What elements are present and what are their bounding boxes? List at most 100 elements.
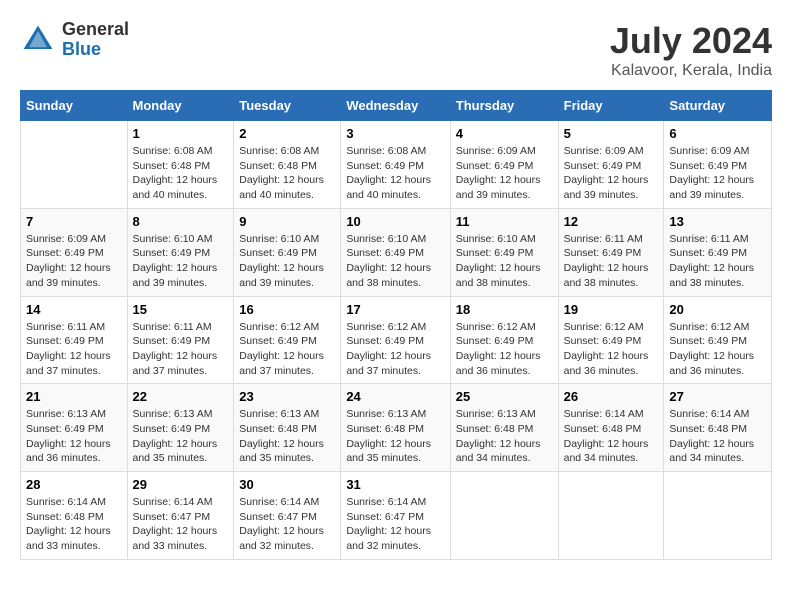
day-info: Sunrise: 6:14 AMSunset: 6:48 PMDaylight:… [669,407,766,466]
calendar-cell [558,472,664,560]
day-info: Sunrise: 6:08 AMSunset: 6:48 PMDaylight:… [239,144,335,203]
day-info: Sunrise: 6:10 AMSunset: 6:49 PMDaylight:… [456,232,553,291]
subtitle: Kalavoor, Kerala, India [610,62,772,80]
calendar-cell: 7 Sunrise: 6:09 AMSunset: 6:49 PMDaylight… [21,208,128,296]
day-number: 16 [239,302,335,317]
day-info: Sunrise: 6:10 AMSunset: 6:49 PMDaylight:… [239,232,335,291]
day-info: Sunrise: 6:12 AMSunset: 6:49 PMDaylight:… [239,320,335,379]
logo-general-text: General [62,20,129,40]
calendar-cell: 31Sunrise: 6:14 AMSunset: 6:47 PMDayligh… [341,472,450,560]
day-info: Sunrise: 6:11 AMSunset: 6:49 PMDaylight:… [133,320,229,379]
calendar-cell: 5 Sunrise: 6:09 AMSunset: 6:49 PMDaylight… [558,121,664,209]
calendar-cell: 25Sunrise: 6:13 AMSunset: 6:48 PMDayligh… [450,384,558,472]
day-info: Sunrise: 6:09 AMSunset: 6:49 PMDaylight:… [564,144,659,203]
day-info: Sunrise: 6:12 AMSunset: 6:49 PMDaylight:… [346,320,444,379]
day-number: 20 [669,302,766,317]
day-info: Sunrise: 6:14 AMSunset: 6:48 PMDaylight:… [564,407,659,466]
calendar-cell: 23 Sunrise: 6:13 AMSunset: 6:48 PMDayligh… [234,384,341,472]
calendar-table: Sunday Monday Tuesday Wednesday Thursday… [20,90,772,560]
day-info: Sunrise: 6:13 AMSunset: 6:49 PMDaylight:… [133,407,229,466]
header-thursday: Thursday [450,91,558,121]
day-number: 18 [456,302,553,317]
logo-icon [20,22,56,58]
calendar-cell: 2 Sunrise: 6:08 AMSunset: 6:48 PMDaylight… [234,121,341,209]
day-info: Sunrise: 6:14 AMSunset: 6:47 PMDaylight:… [346,495,444,554]
day-number: 22 [133,389,229,404]
week-row-3: 14 Sunrise: 6:11 AMSunset: 6:49 PMDayligh… [21,296,772,384]
day-number: 14 [26,302,122,317]
week-row-5: 28 Sunrise: 6:14 AMSunset: 6:48 PMDayligh… [21,472,772,560]
main-title: July 2024 [610,20,772,62]
calendar-cell: 6Sunrise: 6:09 AMSunset: 6:49 PMDaylight… [664,121,772,209]
logo: General Blue [20,20,129,60]
day-info: Sunrise: 6:08 AMSunset: 6:49 PMDaylight:… [346,144,444,203]
day-number: 17 [346,302,444,317]
header-wednesday: Wednesday [341,91,450,121]
day-number: 1 [133,126,229,141]
day-number: 8 [133,214,229,229]
day-number: 9 [239,214,335,229]
day-number: 10 [346,214,444,229]
day-number: 19 [564,302,659,317]
day-info: Sunrise: 6:13 AMSunset: 6:49 PMDaylight:… [26,407,122,466]
day-number: 6 [669,126,766,141]
calendar-cell: 3 Sunrise: 6:08 AMSunset: 6:49 PMDaylight… [341,121,450,209]
calendar-cell: 18Sunrise: 6:12 AMSunset: 6:49 PMDayligh… [450,296,558,384]
calendar-cell: 16 Sunrise: 6:12 AMSunset: 6:49 PMDayligh… [234,296,341,384]
day-number: 12 [564,214,659,229]
header: General Blue July 2024 Kalavoor, Kerala,… [20,20,772,80]
header-row: Sunday Monday Tuesday Wednesday Thursday… [21,91,772,121]
day-number: 3 [346,126,444,141]
calendar-cell: 13 Sunrise: 6:11 AMSunset: 6:49 PMDayligh… [664,208,772,296]
day-info: Sunrise: 6:08 AMSunset: 6:48 PMDaylight:… [133,144,229,203]
day-info: Sunrise: 6:12 AMSunset: 6:49 PMDaylight:… [669,320,766,379]
week-row-2: 7 Sunrise: 6:09 AMSunset: 6:49 PMDaylight… [21,208,772,296]
calendar-cell: 27 Sunrise: 6:14 AMSunset: 6:48 PMDayligh… [664,384,772,472]
calendar-cell: 30Sunrise: 6:14 AMSunset: 6:47 PMDayligh… [234,472,341,560]
day-number: 28 [26,477,122,492]
logo-blue-text: Blue [62,40,129,60]
day-info: Sunrise: 6:13 AMSunset: 6:48 PMDaylight:… [456,407,553,466]
day-info: Sunrise: 6:09 AMSunset: 6:49 PMDaylight:… [456,144,553,203]
day-number: 29 [133,477,229,492]
day-number: 27 [669,389,766,404]
day-number: 7 [26,214,122,229]
day-number: 26 [564,389,659,404]
header-tuesday: Tuesday [234,91,341,121]
calendar-cell: 9 Sunrise: 6:10 AMSunset: 6:49 PMDaylight… [234,208,341,296]
calendar-cell: 12 Sunrise: 6:11 AMSunset: 6:49 PMDayligh… [558,208,664,296]
day-number: 23 [239,389,335,404]
day-info: Sunrise: 6:14 AMSunset: 6:48 PMDaylight:… [26,495,122,554]
day-info: Sunrise: 6:13 AMSunset: 6:48 PMDaylight:… [239,407,335,466]
title-section: July 2024 Kalavoor, Kerala, India [610,20,772,80]
calendar-cell: 21 Sunrise: 6:13 AMSunset: 6:49 PMDayligh… [21,384,128,472]
calendar-cell: 28 Sunrise: 6:14 AMSunset: 6:48 PMDayligh… [21,472,128,560]
header-friday: Friday [558,91,664,121]
week-row-1: 1 Sunrise: 6:08 AMSunset: 6:48 PMDaylight… [21,121,772,209]
day-number: 2 [239,126,335,141]
day-info: Sunrise: 6:10 AMSunset: 6:49 PMDaylight:… [133,232,229,291]
day-number: 24 [346,389,444,404]
day-info: Sunrise: 6:09 AMSunset: 6:49 PMDaylight:… [26,232,122,291]
day-number: 30 [239,477,335,492]
calendar-cell: 22 Sunrise: 6:13 AMSunset: 6:49 PMDayligh… [127,384,234,472]
calendar-cell: 15 Sunrise: 6:11 AMSunset: 6:49 PMDayligh… [127,296,234,384]
day-info: Sunrise: 6:11 AMSunset: 6:49 PMDaylight:… [669,232,766,291]
day-number: 21 [26,389,122,404]
calendar-cell: 29 Sunrise: 6:14 AMSunset: 6:47 PMDayligh… [127,472,234,560]
calendar-cell: 1 Sunrise: 6:08 AMSunset: 6:48 PMDaylight… [127,121,234,209]
day-number: 4 [456,126,553,141]
calendar-cell: 8 Sunrise: 6:10 AMSunset: 6:49 PMDaylight… [127,208,234,296]
day-info: Sunrise: 6:10 AMSunset: 6:49 PMDaylight:… [346,232,444,291]
day-number: 15 [133,302,229,317]
day-number: 13 [669,214,766,229]
day-info: Sunrise: 6:12 AMSunset: 6:49 PMDaylight:… [564,320,659,379]
calendar-header: Sunday Monday Tuesday Wednesday Thursday… [21,91,772,121]
day-info: Sunrise: 6:13 AMSunset: 6:48 PMDaylight:… [346,407,444,466]
day-number: 5 [564,126,659,141]
calendar-cell: 24 Sunrise: 6:13 AMSunset: 6:48 PMDayligh… [341,384,450,472]
calendar-body: 1 Sunrise: 6:08 AMSunset: 6:48 PMDaylight… [21,121,772,560]
day-info: Sunrise: 6:14 AMSunset: 6:47 PMDaylight:… [133,495,229,554]
day-info: Sunrise: 6:11 AMSunset: 6:49 PMDaylight:… [564,232,659,291]
calendar-cell [664,472,772,560]
